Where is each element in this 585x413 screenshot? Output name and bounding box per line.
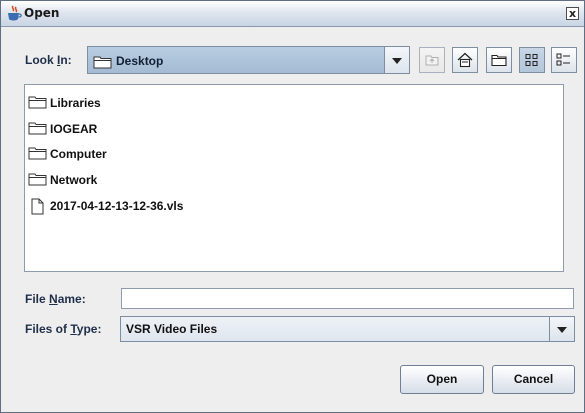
- details-view-button[interactable]: [551, 47, 577, 73]
- look-in-label: Look In:: [25, 53, 72, 67]
- file-type-value: VSR Video Files: [126, 322, 218, 336]
- file-name-input[interactable]: [121, 288, 574, 309]
- file-icon: [28, 198, 47, 218]
- home-button[interactable]: [452, 47, 478, 73]
- file-name: Network: [50, 173, 98, 187]
- chevron-down-icon: [557, 327, 567, 333]
- open-button[interactable]: Open: [400, 365, 484, 394]
- folder-icon: [28, 95, 47, 112]
- chevron-down-icon: [392, 58, 402, 64]
- list-view-button[interactable]: [519, 47, 545, 73]
- new-folder-button[interactable]: [486, 47, 512, 73]
- folder-icon: [28, 121, 47, 138]
- title-bar[interactable]: Open x: [1, 1, 584, 27]
- folder-icon: [28, 146, 47, 163]
- open-dialog: Open x Look In: Desktop Libraries IOGEAR…: [0, 0, 585, 413]
- file-name-label: File Name:: [25, 292, 86, 306]
- list-view-icon: [525, 54, 538, 66]
- close-button[interactable]: x: [566, 7, 579, 20]
- look-in-dropdown-button[interactable]: [384, 47, 409, 73]
- cancel-button[interactable]: Cancel: [492, 365, 575, 394]
- file-list[interactable]: Libraries IOGEAR Computer Network 2017-0…: [24, 84, 564, 272]
- java-cup-icon: [6, 5, 22, 22]
- file-name: Libraries: [50, 96, 101, 110]
- up-one-level-icon: [425, 55, 439, 66]
- dialog-title: Open: [24, 6, 60, 20]
- up-one-level-button[interactable]: [419, 47, 445, 73]
- folder-icon: [93, 54, 112, 73]
- home-icon: [457, 52, 473, 68]
- details-view-icon: [556, 53, 570, 66]
- new-folder-icon: [491, 54, 507, 67]
- folder-icon: [28, 172, 47, 189]
- file-name: IOGEAR: [50, 122, 98, 136]
- look-in-combobox[interactable]: Desktop: [87, 46, 410, 74]
- file-name: Computer: [50, 147, 107, 161]
- file-type-combobox[interactable]: VSR Video Files: [120, 316, 575, 342]
- look-in-value: Desktop: [116, 54, 164, 68]
- file-type-dropdown-button[interactable]: [549, 317, 574, 341]
- file-type-label: Files of Type:: [25, 322, 102, 336]
- file-name: 2017-04-12-13-12-36.vls: [50, 199, 184, 213]
